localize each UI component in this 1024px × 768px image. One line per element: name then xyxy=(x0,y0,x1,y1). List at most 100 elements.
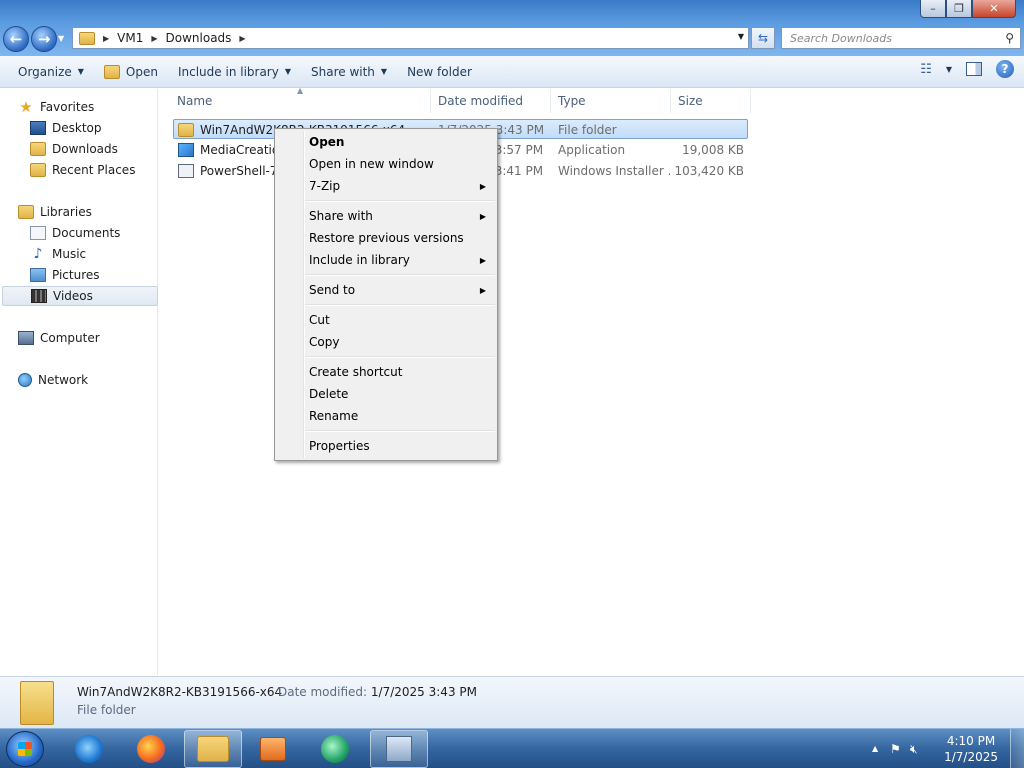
windows-explorer-icon xyxy=(197,736,229,762)
breadcrumb: ▶ VM1 ▶ Downloads ▶ xyxy=(103,31,246,45)
menu-item-restore-previous[interactable]: Restore previous versions xyxy=(309,228,494,248)
nav-recent-places-label: Recent Places xyxy=(52,163,136,177)
menu-item-label: Properties xyxy=(309,439,370,453)
nav-videos[interactable]: Videos xyxy=(2,286,158,306)
start-button[interactable] xyxy=(6,731,44,767)
computer-icon xyxy=(18,331,34,345)
breadcrumb-downloads[interactable]: Downloads xyxy=(166,31,232,45)
menu-item-label: Restore previous versions xyxy=(309,231,464,245)
menu-item-create-shortcut[interactable]: Create shortcut xyxy=(309,362,494,382)
menu-separator xyxy=(305,274,495,276)
view-options-icon[interactable]: ☷ xyxy=(920,62,932,77)
address-bar[interactable]: ▶ VM1 ▶ Downloads ▶ ▼ xyxy=(72,27,749,49)
nav-favorites[interactable]: ★ Favorites xyxy=(18,97,174,117)
menu-item-copy[interactable]: Copy xyxy=(309,332,494,352)
share-with-button[interactable]: Share with ▼ xyxy=(301,60,397,84)
menu-item-label: Delete xyxy=(309,387,349,401)
sort-ascending-icon: ▲ xyxy=(297,86,304,95)
taskbar-media-player[interactable] xyxy=(244,730,302,768)
star-icon: ★ xyxy=(19,98,33,116)
column-date-label: Date modified xyxy=(438,94,524,108)
refresh-button[interactable]: ⇆ xyxy=(751,27,775,49)
recent-places-icon xyxy=(30,163,46,177)
submenu-arrow-icon: ▶ xyxy=(479,181,486,191)
column-header-size[interactable]: Size xyxy=(671,89,751,113)
open-folder-icon xyxy=(103,64,120,79)
taskbar-firefox[interactable] xyxy=(122,730,180,768)
breadcrumb-vm1[interactable]: VM1 xyxy=(117,31,143,45)
taskbar-app-green[interactable] xyxy=(306,730,364,768)
column-header-name[interactable]: Name ▲ xyxy=(159,86,431,113)
internet-explorer-icon xyxy=(75,735,103,763)
chevron-right-icon[interactable]: ▶ xyxy=(151,34,157,43)
maximize-button[interactable]: ❐ xyxy=(946,0,972,18)
menu-item-label: 7-Zip xyxy=(309,179,341,193)
search-input[interactable]: Search Downloads ⚲ xyxy=(781,27,1021,49)
address-history-dropdown[interactable]: ▼ xyxy=(738,32,744,41)
help-icon[interactable]: ? xyxy=(996,60,1014,78)
menu-item-include-in-library[interactable]: Include in library ▶ xyxy=(309,250,494,270)
details-file-type: File folder xyxy=(77,703,136,717)
new-folder-button[interactable]: New folder xyxy=(397,60,482,84)
taskbar-internet-explorer[interactable] xyxy=(60,730,118,768)
taskbar-installer[interactable] xyxy=(370,730,428,768)
menu-item-share-with[interactable]: Share with ▶ xyxy=(309,206,494,226)
details-date-modified: Date modified: 1/7/2025 3:43 PM xyxy=(278,685,477,699)
include-in-library-button[interactable]: Include in library ▼ xyxy=(168,60,301,84)
menu-item-open-new-window[interactable]: Open in new window xyxy=(309,154,494,174)
forward-button[interactable]: → xyxy=(31,26,57,52)
nav-downloads-label: Downloads xyxy=(52,142,118,156)
organize-label: Organize xyxy=(18,64,72,79)
recent-pages-dropdown[interactable]: ▼ xyxy=(58,34,64,43)
open-button[interactable]: Open xyxy=(94,60,168,84)
include-in-library-label: Include in library xyxy=(177,64,279,79)
installer-icon xyxy=(178,164,194,178)
menu-item-send-to[interactable]: Send to ▶ xyxy=(309,280,494,300)
nav-music-label: Music xyxy=(52,247,87,261)
close-button[interactable]: ✕ xyxy=(972,0,1016,18)
menu-item-delete[interactable]: Delete xyxy=(309,384,494,404)
volume-muted-icon[interactable]: 🔇︎ xyxy=(910,742,918,757)
column-header-date[interactable]: Date modified xyxy=(431,89,551,113)
clock[interactable]: 4:10 PM 1/7/2025 xyxy=(944,733,998,765)
search-icon[interactable]: ⚲ xyxy=(1005,31,1014,45)
submenu-arrow-icon: ▶ xyxy=(479,285,486,295)
nav-libraries[interactable]: Libraries xyxy=(18,202,174,222)
menu-item-label: Share with xyxy=(309,209,373,223)
open-label: Open xyxy=(125,64,158,79)
menu-separator xyxy=(305,356,495,358)
details-modified-value: 1/7/2025 3:43 PM xyxy=(370,685,477,699)
menu-item-open[interactable]: Open xyxy=(309,132,494,152)
column-type-label: Type xyxy=(558,94,586,108)
menu-item-7zip[interactable]: 7-Zip ▶ xyxy=(309,176,494,196)
context-menu: Open Open in new window 7-Zip ▶ Share wit… xyxy=(274,128,498,461)
submenu-arrow-icon: ▶ xyxy=(479,255,486,265)
minimize-button[interactable]: – xyxy=(920,0,946,18)
action-center-icon[interactable]: ⚑ xyxy=(890,742,901,756)
show-desktop-button[interactable] xyxy=(1010,729,1024,768)
back-button[interactable]: ← xyxy=(3,26,29,52)
menu-item-cut[interactable]: Cut xyxy=(309,310,494,330)
window-titlebar: – ❐ ✕ ← → ▼ ▶ VM1 ▶ Downloads ▶ ▼ ⇆ Sear… xyxy=(0,0,1024,56)
nav-computer[interactable]: Computer xyxy=(18,328,174,348)
show-hidden-icons-icon[interactable]: ▲ xyxy=(872,744,878,753)
menu-separator xyxy=(305,200,495,202)
preview-pane-icon[interactable] xyxy=(966,62,982,76)
view-dropdown[interactable]: ▼ xyxy=(946,65,952,74)
network-icon xyxy=(18,373,32,387)
forward-arrow-icon: → xyxy=(37,30,51,48)
details-pane: Win7AndW2K8R2-KB3191566-x64 Date modifie… xyxy=(0,676,1024,728)
downloads-folder-icon xyxy=(30,142,46,156)
chevron-right-icon[interactable]: ▶ xyxy=(239,34,245,43)
column-header-type[interactable]: Type xyxy=(551,89,671,113)
organize-button[interactable]: Organize ▼ xyxy=(8,60,94,84)
taskbar-windows-explorer[interactable] xyxy=(184,730,242,768)
share-with-label: Share with xyxy=(311,64,375,79)
details-file-name: Win7AndW2K8R2-KB3191566-x64 xyxy=(77,685,283,699)
menu-item-properties[interactable]: Properties xyxy=(309,436,494,456)
menu-item-rename[interactable]: Rename xyxy=(309,406,494,426)
nav-network[interactable]: Network xyxy=(18,370,174,390)
menu-separator xyxy=(305,430,495,432)
firefox-icon xyxy=(137,735,165,763)
chevron-down-icon: ▼ xyxy=(380,67,388,76)
